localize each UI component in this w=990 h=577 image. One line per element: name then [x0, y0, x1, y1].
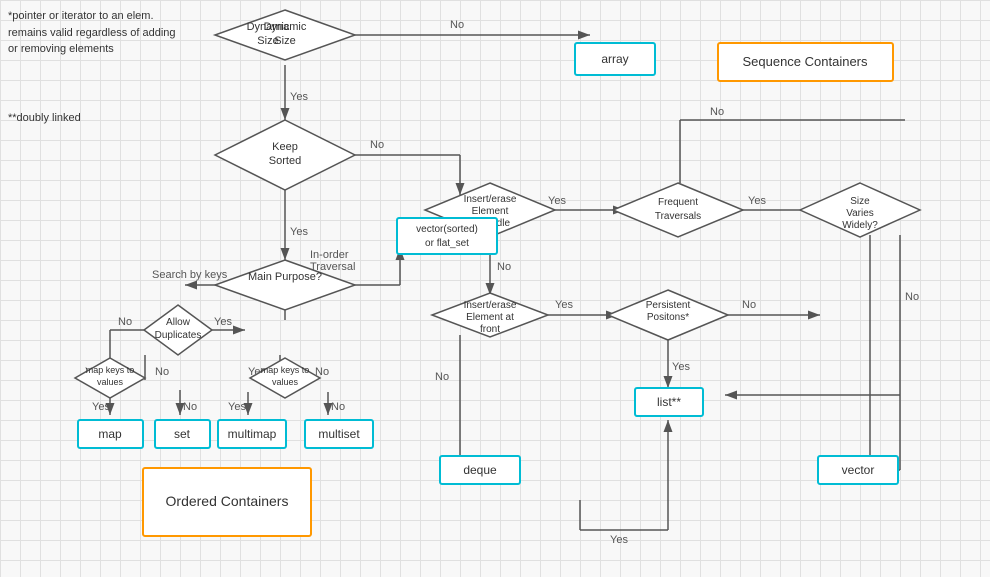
svg-text:Frequent: Frequent [658, 197, 698, 208]
svg-text:map keys to: map keys to [86, 365, 135, 375]
svg-text:vector(sorted): vector(sorted) [416, 224, 478, 235]
svg-text:No: No [450, 19, 464, 31]
svg-text:No: No [155, 366, 169, 378]
svg-text:Traversals: Traversals [655, 211, 701, 222]
svg-text:Yes: Yes [555, 299, 573, 311]
svg-text:In-order: In-order [310, 249, 349, 261]
svg-text:Sorted: Sorted [269, 155, 301, 167]
svg-text:front: front [480, 324, 500, 335]
svg-text:No: No [710, 106, 724, 118]
svg-text:Positons*: Positons* [647, 312, 689, 323]
svg-text:Size: Size [850, 196, 870, 207]
svg-text:Insert/erase: Insert/erase [464, 194, 517, 205]
svg-text:Size: Size [274, 35, 295, 47]
svg-text:Keep: Keep [272, 141, 298, 153]
svg-text:No: No [118, 316, 132, 328]
svg-text:values: values [97, 377, 124, 387]
svg-text:Allow: Allow [166, 317, 191, 328]
pointer-note: *pointer or iterator to an elem. remains… [8, 8, 178, 58]
svg-text:Sequence Containers: Sequence Containers [742, 54, 868, 69]
svg-text:No: No [183, 401, 197, 413]
svg-text:Ordered Containers: Ordered Containers [166, 493, 289, 509]
svg-text:Dynamic: Dynamic [264, 21, 307, 33]
svg-text:map keys to: map keys to [261, 365, 310, 375]
svg-text:Element: Element [472, 206, 509, 217]
svg-text:vector: vector [842, 463, 875, 477]
svg-text:Yes: Yes [290, 91, 308, 103]
svg-text:Yes: Yes [92, 401, 110, 413]
svg-text:Persistent: Persistent [646, 300, 691, 311]
svg-text:map: map [98, 427, 122, 441]
svg-text:Varies: Varies [846, 208, 874, 219]
svg-text:Duplicates: Duplicates [155, 330, 202, 341]
svg-text:Yes: Yes [214, 316, 232, 328]
svg-text:Widely?: Widely? [842, 220, 878, 231]
svg-text:Yes: Yes [228, 401, 246, 413]
doubly-note: **doubly linked [8, 110, 81, 127]
svg-text:No: No [370, 139, 384, 151]
svg-text:array: array [601, 52, 628, 66]
svg-text:No: No [435, 371, 449, 383]
svg-text:or flat_set: or flat_set [425, 238, 469, 249]
svg-text:Search by keys: Search by keys [152, 269, 228, 281]
svg-text:Yes: Yes [548, 195, 566, 207]
svg-text:values: values [272, 377, 299, 387]
svg-text:Main Purpose?: Main Purpose? [248, 271, 322, 283]
svg-text:Element at: Element at [466, 312, 514, 323]
svg-text:Yes: Yes [610, 534, 628, 546]
svg-text:Insert/erase: Insert/erase [464, 300, 517, 311]
svg-text:multiset: multiset [318, 427, 360, 441]
svg-text:list**: list** [657, 395, 681, 409]
flowchart-svg: No Yes Yes No Search by keys In-order Tr… [0, 0, 990, 577]
svg-text:set: set [174, 427, 191, 441]
svg-text:No: No [331, 401, 345, 413]
svg-text:No: No [742, 299, 756, 311]
svg-text:Yes: Yes [748, 195, 766, 207]
svg-text:No: No [905, 291, 919, 303]
svg-text:deque: deque [463, 463, 497, 477]
svg-text:No: No [497, 261, 511, 273]
svg-text:multimap: multimap [228, 427, 277, 441]
svg-text:Yes: Yes [290, 226, 308, 238]
svg-text:Yes: Yes [672, 361, 690, 373]
